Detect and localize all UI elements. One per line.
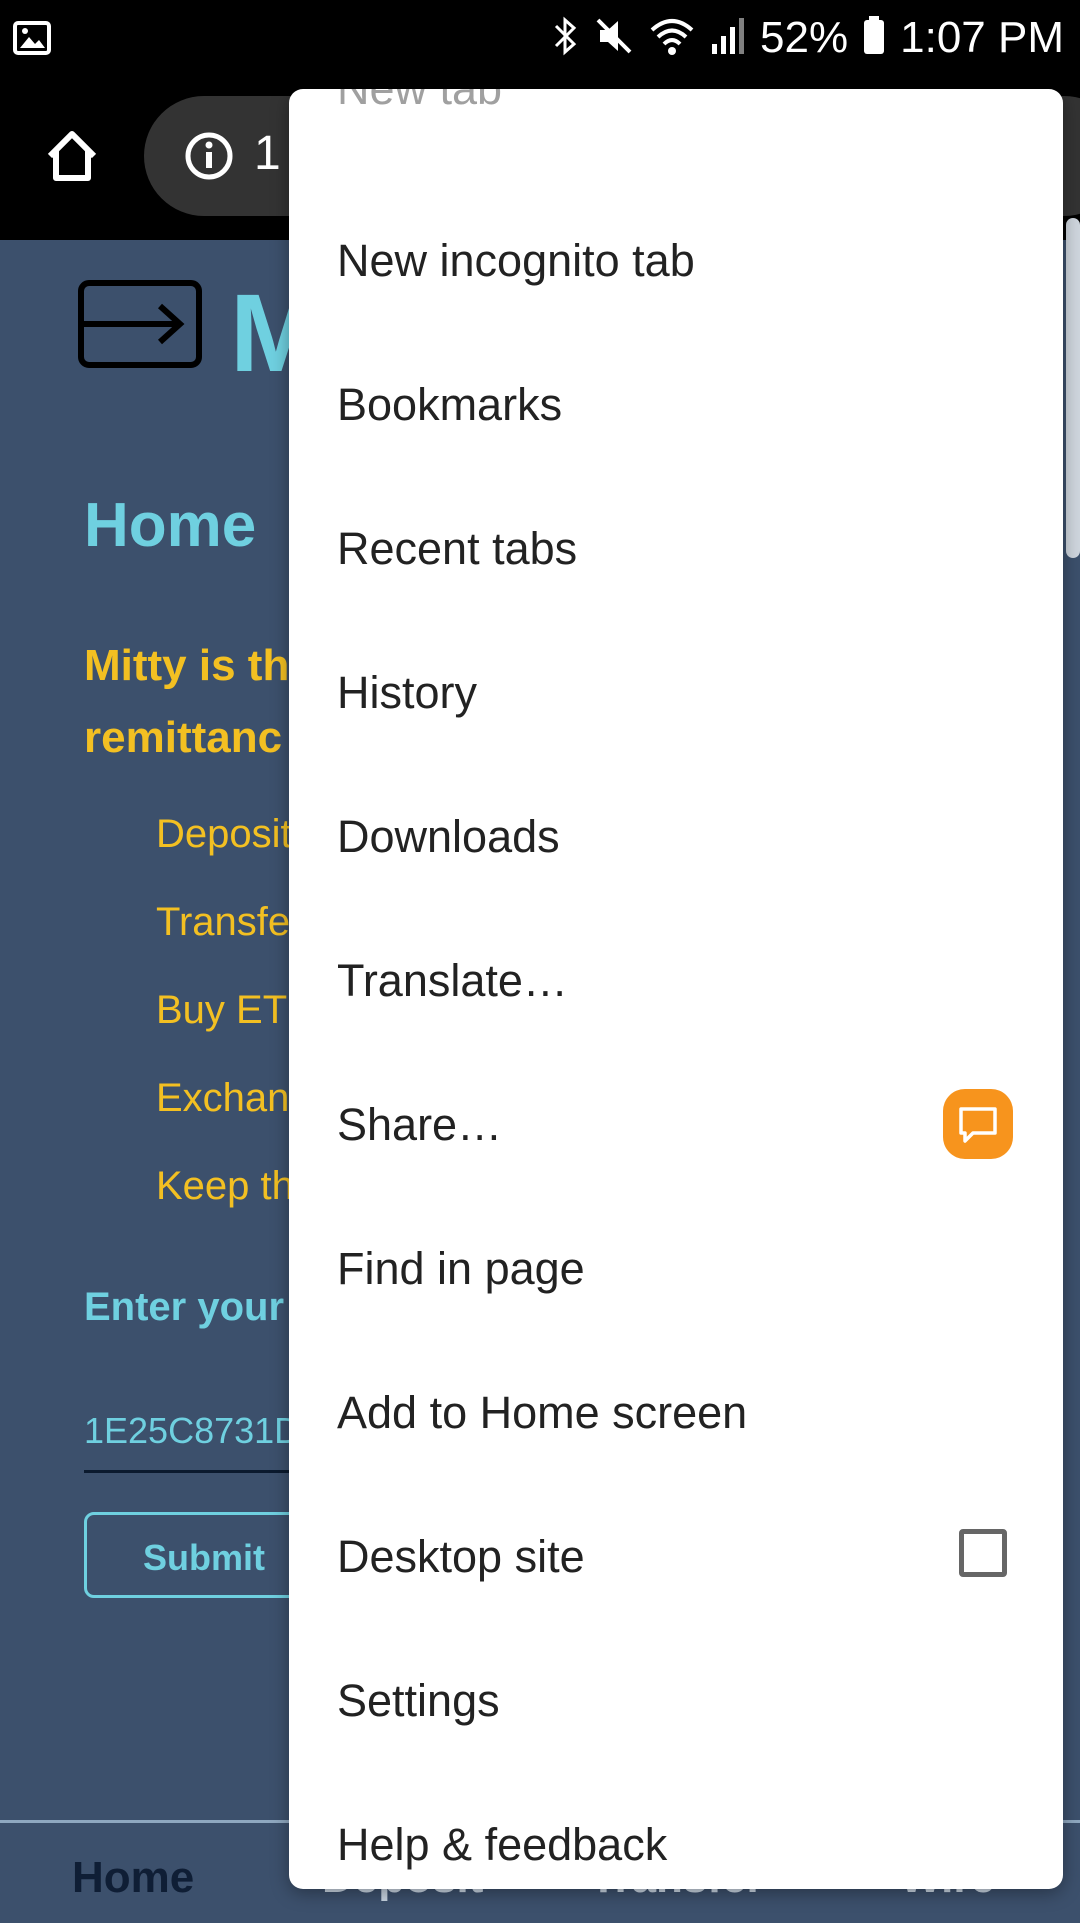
address-label: Enter your bbox=[84, 1285, 285, 1329]
battery-percent: 52% bbox=[760, 13, 849, 62]
gallery-icon bbox=[12, 18, 52, 63]
menu-item-share[interactable]: Share… bbox=[289, 1053, 1063, 1197]
scrollbar[interactable] bbox=[1066, 218, 1080, 558]
logo-icon bbox=[78, 280, 202, 373]
menu-item-label: Add to Home screen bbox=[337, 1387, 748, 1438]
menu-item-recent-tabs[interactable]: Recent tabs bbox=[289, 477, 1063, 621]
menu-item-history[interactable]: History bbox=[289, 621, 1063, 765]
share-target-icon[interactable] bbox=[943, 1089, 1013, 1159]
url-text: 1 bbox=[254, 127, 281, 180]
menu-item-desktop-site[interactable]: Desktop site bbox=[289, 1485, 1063, 1629]
menu-item-label: Recent tabs bbox=[337, 523, 578, 574]
feature-item: Transfe bbox=[156, 900, 291, 944]
menu-item-add-to-home-screen[interactable]: Add to Home screen bbox=[289, 1341, 1063, 1485]
menu-item-label: History bbox=[337, 667, 478, 718]
menu-item-bookmarks[interactable]: Bookmarks bbox=[289, 333, 1063, 477]
overflow-menu: New tab New incognito tab Bookmarks Rece… bbox=[289, 89, 1063, 1889]
feature-item: Deposit bbox=[156, 812, 292, 856]
menu-item-label: New tab bbox=[337, 89, 502, 115]
page-title: Home bbox=[84, 491, 257, 560]
menu-item-help-feedback[interactable]: Help & feedback bbox=[289, 1773, 1063, 1889]
menu-item-label: Downloads bbox=[337, 811, 560, 862]
menu-item-label: Find in page bbox=[337, 1243, 585, 1294]
menu-item-new-incognito-tab[interactable]: New incognito tab bbox=[289, 189, 1063, 333]
clock: 1:07 PM bbox=[900, 13, 1064, 62]
menu-item-settings[interactable]: Settings bbox=[289, 1629, 1063, 1773]
home-icon[interactable] bbox=[42, 126, 102, 186]
status-bar: 52% 1:07 PM bbox=[0, 0, 1080, 76]
feature-item: Buy ET bbox=[156, 988, 288, 1032]
menu-item-translate[interactable]: Translate… bbox=[289, 909, 1063, 1053]
wifi-icon bbox=[648, 14, 696, 63]
menu-item-label: Help & feedback bbox=[337, 1819, 668, 1870]
feature-item: Exchan bbox=[156, 1076, 290, 1120]
mute-icon bbox=[594, 14, 634, 63]
feature-list: Deposit Transfe Buy ET Exchan Keep th bbox=[156, 790, 294, 1230]
menu-item-downloads[interactable]: Downloads bbox=[289, 765, 1063, 909]
menu-item-label: Share… bbox=[337, 1099, 503, 1150]
signal-icon bbox=[710, 14, 746, 63]
battery-icon bbox=[862, 14, 886, 63]
menu-item-label: New incognito tab bbox=[337, 235, 695, 286]
menu-item-label: Bookmarks bbox=[337, 379, 563, 430]
menu-item-label: Desktop site bbox=[337, 1531, 585, 1582]
feature-item: Keep th bbox=[156, 1164, 294, 1208]
desktop-site-checkbox[interactable] bbox=[959, 1529, 1007, 1577]
info-icon[interactable] bbox=[184, 131, 234, 186]
menu-item-find-in-page[interactable]: Find in page bbox=[289, 1197, 1063, 1341]
bluetooth-icon bbox=[550, 14, 580, 63]
menu-item-label: Settings bbox=[337, 1675, 500, 1726]
nav-home[interactable]: Home bbox=[72, 1853, 194, 1903]
menu-item-label: Translate… bbox=[337, 955, 568, 1006]
